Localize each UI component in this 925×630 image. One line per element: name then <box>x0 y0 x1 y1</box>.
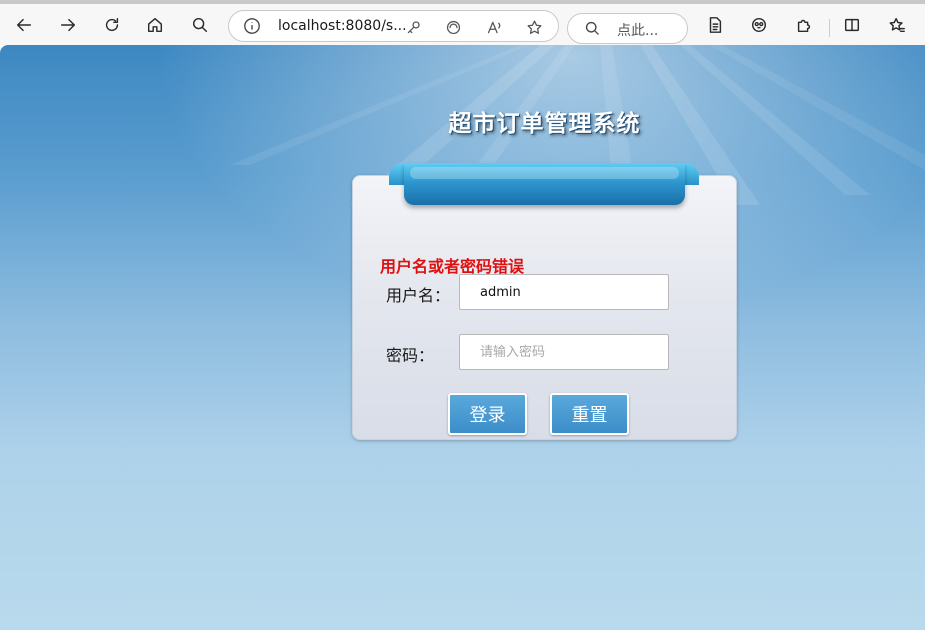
star-icon[interactable] <box>524 17 544 37</box>
search-placeholder[interactable]: 点此... <box>617 20 658 40</box>
key-icon[interactable] <box>403 17 423 37</box>
owl-icon <box>751 17 767 33</box>
username-input[interactable] <box>459 274 669 310</box>
password-label: 密码： <box>386 346 435 365</box>
refresh-button[interactable] <box>97 10 127 40</box>
favorites-button[interactable] <box>882 10 912 40</box>
refresh-icon <box>105 17 119 32</box>
translate-icon[interactable] <box>443 17 463 37</box>
search-icon <box>585 21 599 35</box>
panel-ribbon <box>404 163 685 205</box>
back-button[interactable] <box>9 10 39 40</box>
search-icon <box>192 17 208 33</box>
split-screen-icon <box>844 18 860 32</box>
password-input[interactable] <box>459 334 669 370</box>
username-label: 用户名： <box>386 286 451 305</box>
system-title: 超市订单管理系统 <box>448 111 641 137</box>
arrow-left-icon <box>16 18 32 32</box>
arrow-right-icon <box>60 18 76 32</box>
document-icon <box>709 17 722 33</box>
reset-button[interactable]: 重置 <box>550 393 629 435</box>
forward-button[interactable] <box>53 10 83 40</box>
home-icon <box>147 17 163 33</box>
url-text[interactable]: localhost:8080/s... <box>278 18 407 34</box>
search-button[interactable] <box>185 10 215 40</box>
address-bar[interactable]: localhost:8080/s... <box>228 10 559 42</box>
puzzle-icon <box>797 19 811 33</box>
login-button[interactable]: 登录 <box>448 393 527 435</box>
search-field[interactable]: 点此... <box>567 13 688 44</box>
extensions-button[interactable] <box>789 10 819 40</box>
extension-owl-button[interactable] <box>744 10 774 40</box>
split-screen-button[interactable] <box>837 10 867 40</box>
info-icon[interactable] <box>243 17 261 35</box>
browser-toolbar: localhost:8080/s... 点此... <box>0 0 925 45</box>
reading-view-button[interactable] <box>700 10 730 40</box>
read-aloud-icon[interactable] <box>484 17 504 37</box>
favorites-icon <box>889 17 905 33</box>
toolbar-divider <box>829 19 830 37</box>
home-button[interactable] <box>140 10 170 40</box>
